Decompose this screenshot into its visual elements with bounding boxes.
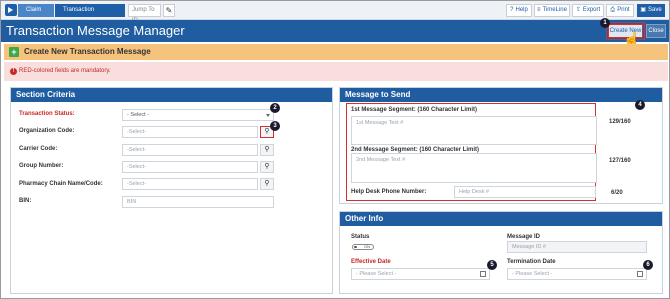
- callout-badge-5: 5: [487, 260, 497, 270]
- callout-badge-1: 1: [600, 18, 610, 28]
- termination-date-label: Termination Date: [507, 259, 556, 265]
- bin-label: BIN:: [19, 198, 32, 204]
- message-to-send-heading: Message to Send: [340, 88, 662, 102]
- carrier-code-input[interactable]: -Select-: [122, 144, 258, 156]
- help-desk-label: Help Desk Phone Number:: [351, 189, 427, 195]
- mandatory-notice: ! RED-colored fields are mandatory.: [4, 62, 668, 81]
- first-segment-count: 129/160: [609, 119, 631, 125]
- title-bar: Transaction Message Manager: [1, 20, 669, 42]
- pharmacy-chain-label: Pharmacy Chain Name/Code:: [19, 181, 103, 187]
- pharmacy-chain-input[interactable]: -Select-: [122, 178, 258, 190]
- transaction-status-label: Transaction Status:: [19, 111, 75, 117]
- termination-date-input[interactable]: - Please Select -: [507, 268, 647, 280]
- export-icon: ⇪: [575, 7, 581, 13]
- jump-to-id-input[interactable]: Jump To ID: [128, 4, 161, 24]
- group-number-input[interactable]: -Select-: [122, 161, 258, 173]
- first-segment-label: 1st Message Segment: (160 Character Limi…: [351, 107, 478, 113]
- second-segment-count: 127/160: [609, 158, 631, 164]
- transaction-status-value: - Select -: [127, 112, 150, 118]
- status-toggle[interactable]: ON: [352, 244, 374, 250]
- organization-code-label: Organization Code:: [19, 128, 75, 134]
- timeline-button[interactable]: ≡ TimeLine: [534, 4, 570, 17]
- print-button[interactable]: ⎙ Print: [606, 4, 634, 17]
- carrier-code-label: Carrier Code:: [19, 146, 58, 152]
- termination-date-placeholder: - Please Select -: [512, 271, 553, 277]
- effective-date-input[interactable]: - Please Select -: [351, 268, 490, 280]
- callout-badge-3: 3: [270, 121, 280, 131]
- group-number-label: Group Number:: [19, 163, 64, 169]
- save-button-label: Save: [647, 7, 662, 13]
- section-criteria-heading: Section Criteria: [11, 88, 332, 102]
- print-button-label: Print: [617, 7, 630, 13]
- message-id-label: Message ID: [507, 234, 541, 240]
- effective-date-placeholder: - Please Select -: [356, 271, 397, 277]
- timeline-button-label: TimeLine: [542, 7, 567, 13]
- help-icon: ?: [510, 7, 514, 13]
- calendar-icon[interactable]: [637, 271, 643, 277]
- organization-code-input[interactable]: -Select-: [122, 126, 258, 138]
- mandatory-text: RED-colored fields are mandatory.: [19, 68, 111, 74]
- carrier-search-icon[interactable]: ⚲: [260, 144, 274, 156]
- export-button[interactable]: ⇪ Export: [572, 4, 604, 17]
- save-button[interactable]: ▣ Save: [637, 4, 665, 17]
- other-info-heading: Other Info: [340, 212, 662, 226]
- callout-badge-2: 2: [270, 103, 280, 113]
- message-id-input[interactable]: Message ID #: [507, 241, 647, 253]
- plus-icon: +: [9, 47, 19, 57]
- top-toolbar: Claim Transaction Message Manager Jump T…: [1, 1, 669, 26]
- help-button-label: Help: [515, 7, 528, 13]
- jump-edit-icon[interactable]: ✎: [163, 4, 175, 17]
- first-segment-textarea[interactable]: 1st Message Text #: [351, 116, 597, 145]
- group-search-icon[interactable]: ⚲: [260, 161, 274, 173]
- help-desk-input[interactable]: Help Desk #: [454, 186, 596, 198]
- save-icon: ▣: [640, 7, 646, 13]
- transaction-status-select[interactable]: - Select -: [122, 109, 274, 121]
- breadcrumb-claim[interactable]: Claim: [18, 4, 54, 17]
- help-desk-count: 6/20: [611, 190, 623, 196]
- effective-date-label: Effective Date: [351, 259, 391, 265]
- banner-title: Create New Transaction Message: [24, 47, 151, 56]
- second-segment-textarea[interactable]: 2nd Message Text #: [351, 153, 597, 183]
- back-arrow-icon[interactable]: [5, 4, 17, 16]
- callout-badge-6: 6: [643, 260, 653, 270]
- create-banner: + Create New Transaction Message: [4, 44, 668, 60]
- help-button[interactable]: ? Help: [506, 4, 532, 17]
- bin-input[interactable]: BIN: [122, 196, 274, 208]
- calendar-icon[interactable]: [480, 271, 486, 277]
- chevron-down-icon: [266, 114, 270, 117]
- breadcrumb-current: Transaction Message Manager: [55, 4, 125, 26]
- print-icon: ⎙: [610, 7, 616, 13]
- export-button-label: Export: [582, 7, 601, 13]
- callout-badge-4: 4: [635, 100, 645, 110]
- timeline-icon: ≡: [537, 7, 541, 13]
- status-label: Status: [351, 234, 370, 240]
- close-button[interactable]: Close: [646, 24, 666, 38]
- app-window: Claim Transaction Message Manager Jump T…: [0, 0, 670, 299]
- page-title: Transaction Message Manager: [6, 23, 185, 38]
- pharmacy-search-icon[interactable]: ⚲: [260, 178, 274, 190]
- alert-icon: !: [10, 68, 17, 75]
